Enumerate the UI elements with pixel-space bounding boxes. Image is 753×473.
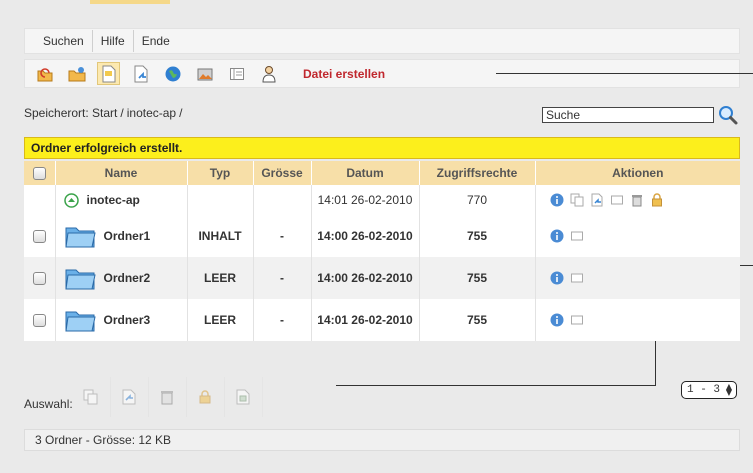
user-button[interactable] xyxy=(257,62,280,85)
search-input[interactable] xyxy=(542,107,714,123)
status-footer: 3 Ordner - Grösse: 12 KB xyxy=(24,429,740,451)
annotation-line xyxy=(496,73,753,74)
folder-type: LEER xyxy=(187,299,254,341)
folder-type: LEER xyxy=(187,257,254,299)
table-row[interactable]: Ordner3 LEER - 14:01 26-02-2010 755 xyxy=(24,299,740,341)
breadcrumb-separator: / xyxy=(120,106,124,120)
move-icon[interactable] xyxy=(590,193,604,207)
image-button[interactable] xyxy=(193,62,216,85)
column-header-type[interactable]: Typ xyxy=(187,161,254,185)
info-icon[interactable] xyxy=(550,229,564,243)
select-all-header[interactable] xyxy=(24,161,56,185)
folder-size: - xyxy=(253,215,312,257)
column-header-date[interactable]: Datum xyxy=(311,161,420,185)
bulk-copy-button[interactable] xyxy=(73,377,111,417)
user-icon xyxy=(261,65,276,82)
page-select[interactable]: 1 - 3 ▲ ▼ xyxy=(681,381,737,399)
row-checkbox[interactable] xyxy=(32,272,46,286)
move-icon xyxy=(122,389,136,405)
column-header-actions: Aktionen xyxy=(535,161,740,185)
folder-permissions: 755 xyxy=(419,299,536,341)
success-notice: Ordner erfolgreich erstellt. xyxy=(24,137,740,159)
selection-label: Auswahl: xyxy=(24,397,73,411)
view-icon xyxy=(229,67,244,80)
delete-icon xyxy=(161,391,174,405)
row-checkbox[interactable] xyxy=(32,314,46,328)
location-label: Speicherort: xyxy=(24,106,89,120)
menu-ende[interactable]: Ende xyxy=(134,34,178,48)
rename-icon[interactable] xyxy=(610,193,624,207)
folder-name[interactable]: Ordner1 xyxy=(104,229,151,243)
copy-icon[interactable] xyxy=(570,193,584,207)
folder-type: INHALT xyxy=(187,215,254,257)
upload-button[interactable] xyxy=(129,62,152,85)
folder-permissions: 755 xyxy=(419,257,536,299)
menu-suchen[interactable]: Suchen xyxy=(35,34,92,48)
rename-icon[interactable] xyxy=(570,271,584,285)
select-all-checkbox[interactable] xyxy=(32,167,46,181)
new-file-icon xyxy=(102,65,115,82)
rename-icon[interactable] xyxy=(570,229,584,243)
table-header-row: Name Typ Grösse Datum Zugriffsrechte Akt… xyxy=(24,161,740,185)
globe-icon xyxy=(165,66,180,81)
breadcrumb-separator: / xyxy=(179,106,183,120)
table-row[interactable]: Ordner2 LEER - 14:00 26-02-2010 755 xyxy=(24,257,740,299)
copy-icon xyxy=(83,389,98,405)
upload-icon xyxy=(134,65,147,82)
folder-date: 14:01 26-02-2010 xyxy=(311,299,420,341)
breadcrumb: Speicherort: Start / inotec-ap / xyxy=(24,106,185,120)
parent-permissions: 770 xyxy=(419,185,536,215)
bulk-move-button[interactable] xyxy=(111,377,149,417)
parent-folder-name[interactable]: inotec-ap xyxy=(87,193,140,207)
folder-icon[interactable] xyxy=(64,264,96,292)
bulk-delete-button[interactable] xyxy=(149,377,187,417)
folder-size: - xyxy=(253,257,312,299)
web-button[interactable] xyxy=(161,62,184,85)
folder-date: 14:00 26-02-2010 xyxy=(311,257,420,299)
archive-icon xyxy=(236,389,250,405)
folder-name[interactable]: Ordner2 xyxy=(104,271,151,285)
new-file-button[interactable] xyxy=(97,62,120,85)
table-row[interactable]: Ordner1 INHALT - 14:00 26-02-2010 755 xyxy=(24,215,740,257)
parent-date: 14:01 26-02-2010 xyxy=(311,185,420,215)
up-arrow-icon[interactable] xyxy=(63,192,79,208)
column-header-permissions[interactable]: Zugriffsrechte xyxy=(419,161,536,185)
chevron-up-down-icon: ▲ ▼ xyxy=(725,382,732,397)
column-header-name[interactable]: Name xyxy=(55,161,188,185)
toolbar-status-text: Datei erstellen xyxy=(303,66,386,81)
rename-icon[interactable] xyxy=(570,313,584,327)
new-folder-icon xyxy=(68,66,85,81)
page-select-value: 1 - 3 xyxy=(687,384,721,396)
new-folder-button[interactable] xyxy=(65,62,88,85)
menu-hilfe[interactable]: Hilfe xyxy=(93,34,133,48)
up-folder-button[interactable] xyxy=(33,62,56,85)
info-icon[interactable] xyxy=(550,313,564,327)
bulk-lock-button[interactable] xyxy=(187,377,225,417)
folder-permissions: 755 xyxy=(419,215,536,257)
menu-bar: Suchen Hilfe Ende xyxy=(24,28,740,54)
top-accent-bar xyxy=(90,0,170,4)
breadcrumb-inotec-ap[interactable]: inotec-ap xyxy=(127,106,176,120)
table-row-parent[interactable]: inotec-ap 14:01 26-02-2010 770 xyxy=(24,185,740,215)
delete-icon[interactable] xyxy=(630,193,644,207)
search-icon[interactable] xyxy=(717,104,739,126)
folder-size: - xyxy=(253,299,312,341)
bulk-archive-button[interactable] xyxy=(225,377,263,417)
lock-icon xyxy=(199,390,211,404)
folder-icon[interactable] xyxy=(64,222,96,250)
file-table: Name Typ Grösse Datum Zugriffsrechte Akt… xyxy=(24,161,740,341)
folder-name[interactable]: Ordner3 xyxy=(104,313,151,327)
info-icon[interactable] xyxy=(550,193,564,207)
row-checkbox[interactable] xyxy=(32,230,46,244)
info-icon[interactable] xyxy=(550,271,564,285)
column-header-size[interactable]: Grösse xyxy=(253,161,312,185)
up-folder-icon xyxy=(37,67,52,81)
folder-icon[interactable] xyxy=(64,306,96,334)
breadcrumb-start[interactable]: Start xyxy=(92,106,117,120)
image-icon xyxy=(197,68,212,80)
folder-date: 14:00 26-02-2010 xyxy=(311,215,420,257)
selection-toolbar: Auswahl: xyxy=(24,377,740,417)
view-button[interactable] xyxy=(225,62,248,85)
lock-icon[interactable] xyxy=(650,193,664,207)
